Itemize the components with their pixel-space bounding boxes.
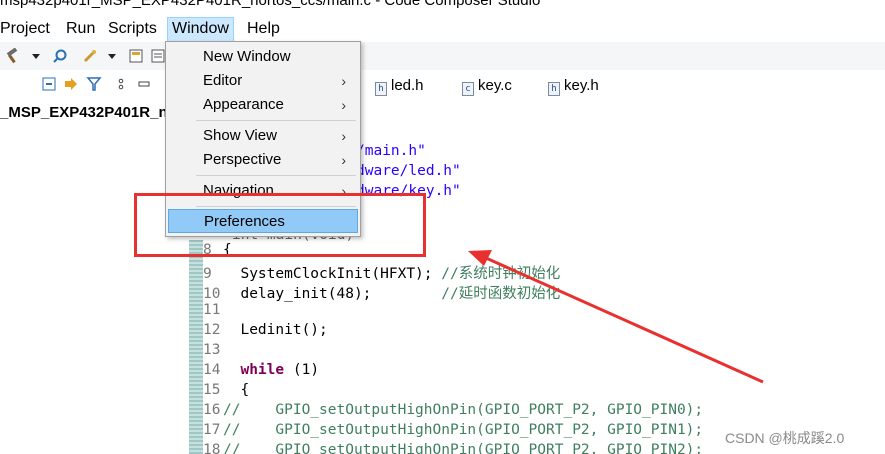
tab-label: key.c (478, 77, 512, 94)
project-tree-item[interactable]: _MSP_EXP432P401R_n (0, 104, 168, 121)
include-led-h[interactable]: dware/led.h" (356, 163, 461, 179)
code-line[interactable]: 16// GPIO_setOutputHighOnPin(GPIO_PORT_P… (203, 402, 703, 422)
h-file-icon: h (375, 82, 387, 96)
code-comment: // GPIO_setOutputHighOnPin(GPIO_PORT_P2,… (223, 402, 704, 418)
code-text: SystemClockInit(HFXT); (223, 266, 442, 282)
menu-project[interactable]: Project (0, 20, 50, 38)
save-all-icon[interactable] (128, 48, 144, 64)
menu-separator (196, 120, 356, 121)
link-editor-icon[interactable] (63, 76, 79, 92)
tab-key-h[interactable]: h key.h (548, 77, 599, 97)
code-line[interactable]: 11 (203, 302, 223, 322)
menu-window[interactable]: Window (167, 17, 234, 42)
chevron-down-icon[interactable] (28, 48, 44, 64)
code-line[interactable]: 15 { (203, 382, 249, 402)
menu-item-label: Editor (203, 72, 243, 89)
menu-dots-icon[interactable] (113, 76, 129, 92)
chevron-right-icon: › (341, 73, 346, 89)
editor-quick-diff-bar (189, 240, 203, 454)
line-number: 10 (203, 286, 221, 302)
line-number: 12 (203, 322, 221, 338)
collapse-all-icon[interactable] (41, 76, 57, 92)
line-number: 16 (203, 402, 221, 418)
code-keyword: while (240, 362, 285, 378)
tab-label: led.h (391, 77, 424, 94)
menu-item-label: New Window (203, 48, 291, 65)
copy-icon[interactable] (150, 48, 166, 64)
window-title: msp432p401r_MSP_EXP432P401R_nortos_ccs/m… (0, 0, 541, 9)
line-number: 14 (203, 362, 221, 378)
code-text: (1) (284, 362, 320, 378)
code-comment: // GPIO_setOutputHighOnPin(GPIO_PORT_P2,… (223, 422, 704, 438)
code-text: { (223, 382, 250, 398)
hammer-icon[interactable] (4, 47, 20, 64)
menu-item-label: Appearance (203, 96, 284, 113)
line-number: 15 (203, 382, 221, 398)
tab-label: key.h (564, 77, 599, 94)
main-toolbar (0, 42, 885, 70)
tab-led-h[interactable]: h led.h (375, 77, 424, 97)
view-toolbar: h led.h c key.c h key.h (0, 72, 885, 98)
menu-item-show-view[interactable]: Show View › (168, 124, 358, 148)
menu-run[interactable]: Run (66, 20, 95, 38)
wand-icon[interactable] (82, 48, 98, 64)
code-line[interactable]: 9 SystemClockInit(HFXT); //系统时钟初始化 (203, 262, 560, 282)
menu-separator (196, 175, 356, 176)
filter-icon[interactable] (86, 76, 102, 92)
menu-item-new-window[interactable]: New Window (168, 45, 358, 69)
tab-key-c[interactable]: c key.c (462, 77, 512, 97)
c-file-icon: c (462, 82, 474, 96)
search-icon[interactable] (52, 48, 68, 64)
minimize-icon[interactable] (136, 76, 152, 92)
chevron-right-icon: › (341, 152, 346, 168)
chevron-down-icon[interactable] (104, 48, 120, 64)
menu-item-appearance[interactable]: Appearance › (168, 93, 358, 117)
line-number: 18 (203, 442, 221, 454)
menu-help[interactable]: Help (247, 20, 280, 38)
code-line[interactable]: 10 delay_init(48); //延时函数初始化 (203, 282, 560, 302)
code-text: delay_init(48); (223, 286, 442, 302)
line-number: 9 (203, 266, 212, 282)
line-number: 11 (203, 302, 221, 318)
chevron-right-icon: › (341, 97, 346, 113)
code-line[interactable]: 17// GPIO_setOutputHighOnPin(GPIO_PORT_P… (203, 422, 703, 442)
code-line[interactable]: 18// GPIO_setOutputHighOnPin(GPIO_PORT_P… (203, 442, 703, 454)
code-line[interactable]: 14 while (1) (203, 362, 319, 382)
menu-item-editor[interactable]: Editor › (168, 69, 358, 93)
menu-item-perspective[interactable]: Perspective › (168, 148, 358, 172)
menu-item-label: Show View (203, 127, 277, 144)
code-comment: // GPIO_setOutputHighOnPin(GPIO_PORT_P2,… (223, 442, 704, 454)
line-number: 13 (203, 342, 221, 358)
chevron-right-icon: › (341, 128, 346, 144)
code-text: Ledinit(); (223, 322, 328, 338)
menu-item-label: Perspective (203, 151, 282, 168)
code-comment: //延时函数初始化 (441, 286, 561, 302)
menu-bar: Project Run Scripts Window Help (0, 16, 885, 42)
line-number: 17 (203, 422, 221, 438)
watermark: CSDN @桃成蹊2.0 (725, 430, 845, 446)
code-line[interactable]: 13 (203, 342, 223, 362)
code-comment: //系统时钟初始化 (441, 266, 561, 282)
include-main-h[interactable]: /main.h" (356, 143, 426, 159)
h-file-icon: h (548, 82, 560, 96)
menu-scripts[interactable]: Scripts (108, 20, 157, 38)
code-line[interactable]: 12 Ledinit(); (203, 322, 328, 342)
annotation-highlight-box (134, 193, 426, 257)
